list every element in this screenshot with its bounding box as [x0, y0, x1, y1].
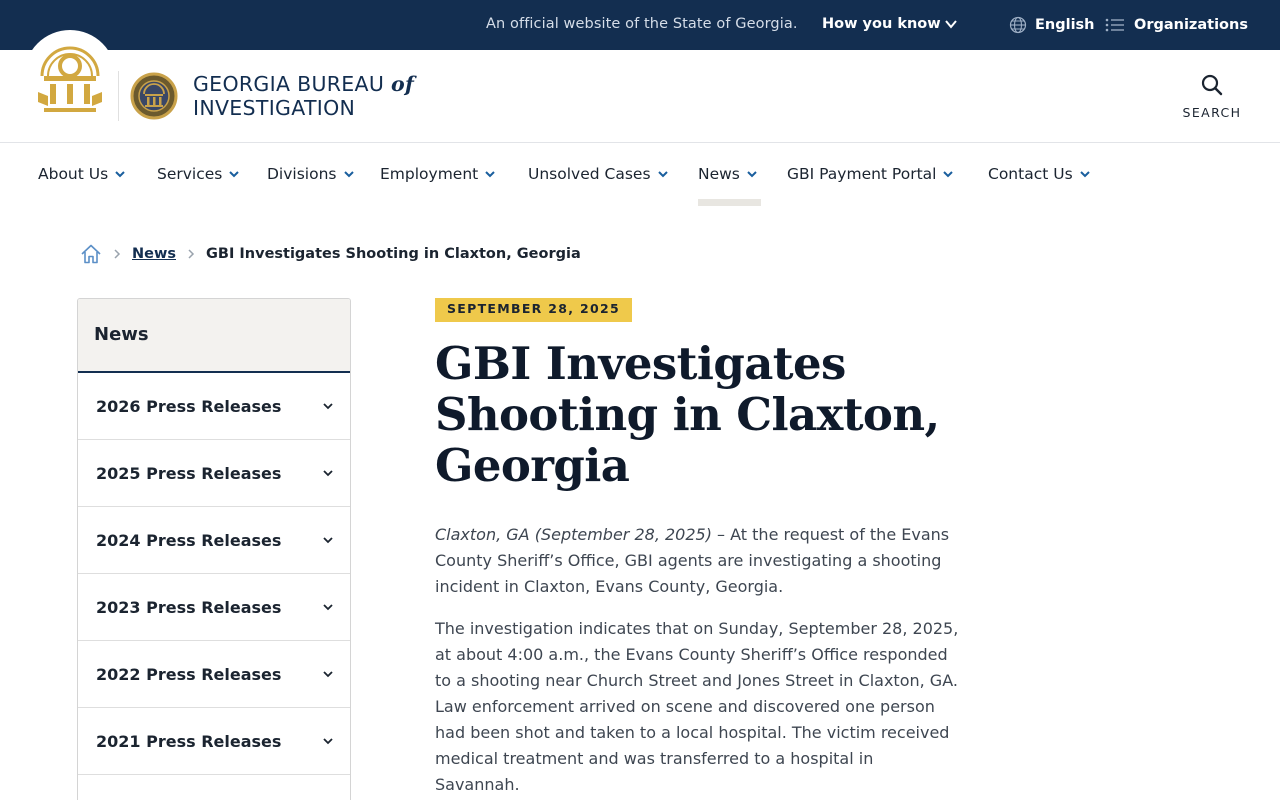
- news-sidebar: News 2026 Press Releases 2025 Press Rele…: [77, 298, 351, 800]
- agency-name[interactable]: GEORGIA BUREAU of INVESTIGATION: [193, 72, 414, 120]
- language-selector[interactable]: English: [1009, 15, 1095, 35]
- organizations-button[interactable]: Organizations: [1105, 15, 1248, 35]
- nav-label: About Us: [38, 165, 109, 183]
- nav-gbi-payment-portal[interactable]: GBI Payment Portal: [787, 165, 954, 183]
- list-icon: [1105, 18, 1124, 32]
- sidebar-item-2025-press-releases[interactable]: 2025 Press Releases: [78, 440, 350, 507]
- article-dateline: Claxton, GA (September 28, 2025): [435, 525, 712, 544]
- search-label: SEARCH: [1182, 105, 1242, 120]
- sidebar-item-label: 2022 Press Releases: [96, 664, 282, 684]
- chevron-down-icon: [229, 171, 240, 178]
- nav-services[interactable]: Services: [157, 165, 240, 183]
- site-header: [0, 50, 1280, 143]
- sidebar-item-2022-press-releases[interactable]: 2022 Press Releases: [78, 641, 350, 708]
- chevron-down-icon[interactable]: [321, 399, 335, 413]
- sidebar-item-2026-press-releases[interactable]: 2026 Press Releases: [78, 373, 350, 440]
- nav-news[interactable]: News: [698, 165, 758, 183]
- sidebar-item-label: 2021 Press Releases: [96, 731, 282, 751]
- chevron-down-icon: [343, 171, 354, 178]
- article-title: GBI Investigates Shooting in Claxton, Ge…: [435, 337, 940, 492]
- sidebar-item-2024-press-releases[interactable]: 2024 Press Releases: [78, 507, 350, 574]
- nav-label: Contact Us: [988, 165, 1073, 183]
- article-date-badge: SEPTEMBER 28, 2025: [435, 298, 632, 322]
- language-label: English: [1035, 17, 1095, 33]
- chevron-down-icon[interactable]: [321, 533, 335, 547]
- official-banner: An official website of the State of Geor…: [0, 0, 1280, 50]
- breadcrumb-news-link[interactable]: News: [132, 246, 176, 262]
- breadcrumb-current-page: GBI Investigates Shooting in Claxton, Ge…: [206, 246, 581, 262]
- nav-label: News: [698, 165, 740, 183]
- chevron-down-icon[interactable]: [321, 466, 335, 480]
- search-button[interactable]: SEARCH: [1178, 73, 1246, 123]
- chevron-right-icon: [114, 249, 121, 259]
- nav-about-us[interactable]: About Us: [38, 165, 126, 183]
- breadcrumb: News GBI Investigates Shooting in Claxto…: [80, 242, 581, 266]
- chevron-down-icon: [943, 171, 954, 178]
- sidebar-item-label: 2024 Press Releases: [96, 530, 282, 550]
- chevron-down-icon[interactable]: [321, 734, 335, 748]
- agency-name-of: of: [391, 72, 415, 96]
- chevron-down-icon: [485, 171, 495, 178]
- main-navigation: About Us Services Divisions Employment U…: [0, 143, 1280, 207]
- official-website-text: An official website of the State of Geor…: [486, 16, 798, 32]
- georgia-seal-logo[interactable]: [36, 40, 104, 116]
- sidebar-item-label: 2023 Press Releases: [96, 597, 282, 617]
- chevron-down-icon: [657, 171, 668, 178]
- sidebar-item-2023-press-releases[interactable]: 2023 Press Releases: [78, 574, 350, 641]
- chevron-down-icon[interactable]: [321, 667, 335, 681]
- chevron-down-icon: [115, 171, 125, 178]
- nav-label: Unsolved Cases: [528, 165, 651, 183]
- organizations-label: Organizations: [1134, 17, 1248, 33]
- nav-unsolved-cases[interactable]: Unsolved Cases: [528, 165, 669, 183]
- sidebar-item-label: 2025 Press Releases: [96, 463, 282, 483]
- nav-label: Divisions: [267, 165, 337, 183]
- nav-label: Employment: [380, 165, 479, 183]
- gbi-badge-logo[interactable]: [130, 70, 178, 122]
- sidebar-item-label: 2026 Press Releases: [96, 396, 282, 416]
- agency-name-line1: GEORGIA BUREAU: [193, 72, 385, 96]
- article-body: Claxton, GA (September 28, 2025) – At th…: [435, 522, 960, 800]
- header-divider: [118, 71, 119, 121]
- chevron-right-icon: [188, 249, 195, 259]
- search-icon: [1201, 74, 1223, 96]
- chevron-down-icon[interactable]: [321, 600, 335, 614]
- chevron-down-icon: [1079, 171, 1090, 178]
- home-icon[interactable]: [80, 243, 102, 265]
- nav-active-indicator: [698, 199, 761, 206]
- nav-label: GBI Payment Portal: [787, 165, 937, 183]
- article-paragraph: The investigation indicates that on Sund…: [435, 619, 959, 794]
- sidebar-heading[interactable]: News: [78, 299, 350, 373]
- nav-employment[interactable]: Employment: [380, 165, 496, 183]
- nav-label: Services: [157, 165, 223, 183]
- nav-contact-us[interactable]: Contact Us: [988, 165, 1091, 183]
- sidebar-item-2021-press-releases[interactable]: 2021 Press Releases: [78, 708, 350, 775]
- agency-name-line2: INVESTIGATION: [193, 96, 356, 120]
- chevron-down-icon[interactable]: [944, 17, 958, 31]
- globe-icon: [1009, 16, 1027, 34]
- nav-divisions[interactable]: Divisions: [267, 165, 355, 183]
- chevron-down-icon: [747, 171, 757, 178]
- article-paragraph: Claxton, GA (September 28, 2025) – At th…: [435, 522, 960, 600]
- how-you-know-button[interactable]: How you know: [822, 16, 941, 32]
